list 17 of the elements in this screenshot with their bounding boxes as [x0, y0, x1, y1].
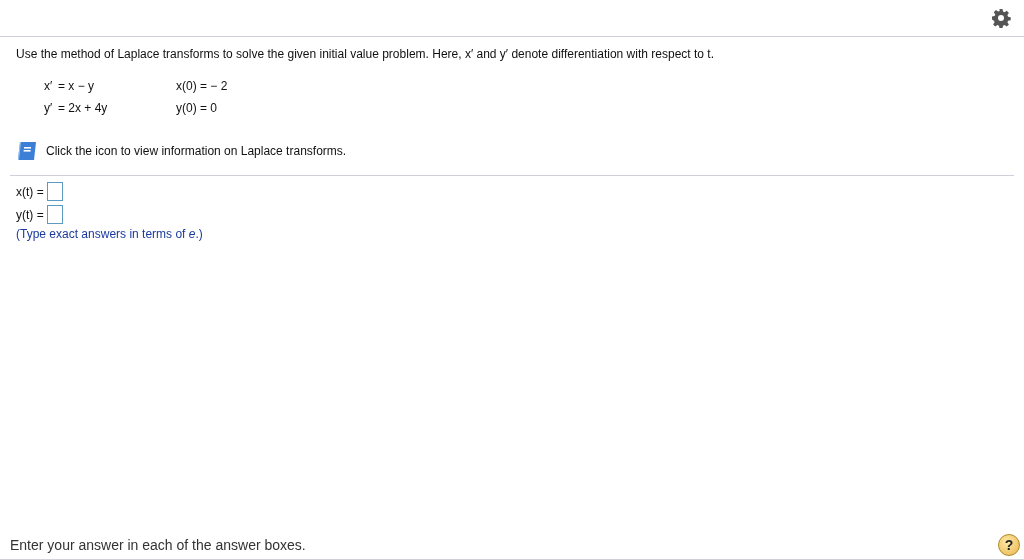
question-text: Use the method of Laplace transforms to solve the given initial value problem. Here, x′ and y′ denote differentiation with respect to t. [16, 47, 715, 61]
equation-lhs: x′ [44, 79, 54, 93]
initial-condition: x(0) = − 2 [176, 79, 228, 93]
answer-box[interactable] [46, 205, 63, 224]
help-button[interactable]: ? [998, 534, 1020, 556]
answer-label: x(t) = [16, 184, 44, 199]
info-text: Click the icon to view information on Laplace transforms. [46, 144, 347, 158]
book-icon[interactable] [16, 141, 38, 161]
equation-rhs: = 2x + 4y [58, 101, 109, 115]
settings-icon[interactable] [991, 8, 1011, 28]
hint-text: (Type exact answers in terms of e.) [16, 227, 204, 241]
equation-lhs: y′ [44, 101, 54, 115]
answer-label: y(t) = [16, 207, 44, 222]
equation-rhs: = x − y [58, 79, 96, 93]
footer-text: Enter your answer in each of the answer boxes. [10, 537, 306, 553]
initial-condition: y(0) = 0 [176, 101, 218, 115]
answer-box[interactable] [46, 182, 63, 201]
